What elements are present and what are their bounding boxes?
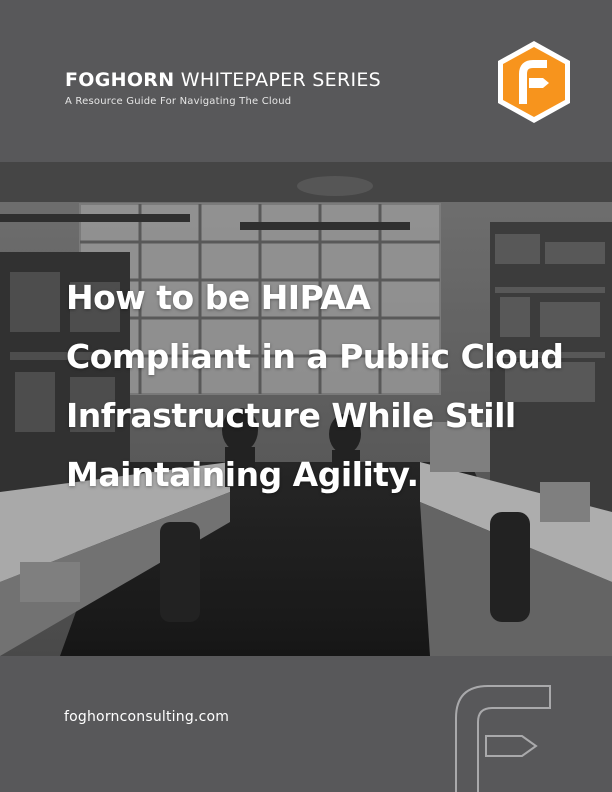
cover-footer: foghornconsulting.com (0, 656, 612, 792)
headline-line-4: Maintaining Agility. (66, 455, 419, 494)
headline-line-3: Infrastructure While Still (66, 396, 516, 435)
series-tagline: A Resource Guide For Navigating The Clou… (65, 96, 292, 107)
cover-headline: How to be HIPAA Compliant in a Public Cl… (66, 268, 586, 504)
headline-line-2: Compliant in a Public Cloud (66, 337, 564, 376)
brand-name: FOGHORN (65, 69, 175, 91)
cover-page: FOGHORN WHITEPAPER SERIES A Resource Gui… (0, 0, 612, 792)
headline-line-1: How to be HIPAA (66, 278, 371, 317)
cover-photo: How to be HIPAA Compliant in a Public Cl… (0, 162, 612, 656)
foghorn-f-logo-icon (498, 41, 570, 123)
website-link[interactable]: foghornconsulting.com (64, 709, 229, 725)
foghorn-f-outline-icon (455, 685, 551, 792)
series-title: FOGHORN WHITEPAPER SERIES (65, 69, 381, 91)
series-name: WHITEPAPER SERIES (180, 69, 382, 91)
cover-header: FOGHORN WHITEPAPER SERIES A Resource Gui… (0, 0, 612, 162)
